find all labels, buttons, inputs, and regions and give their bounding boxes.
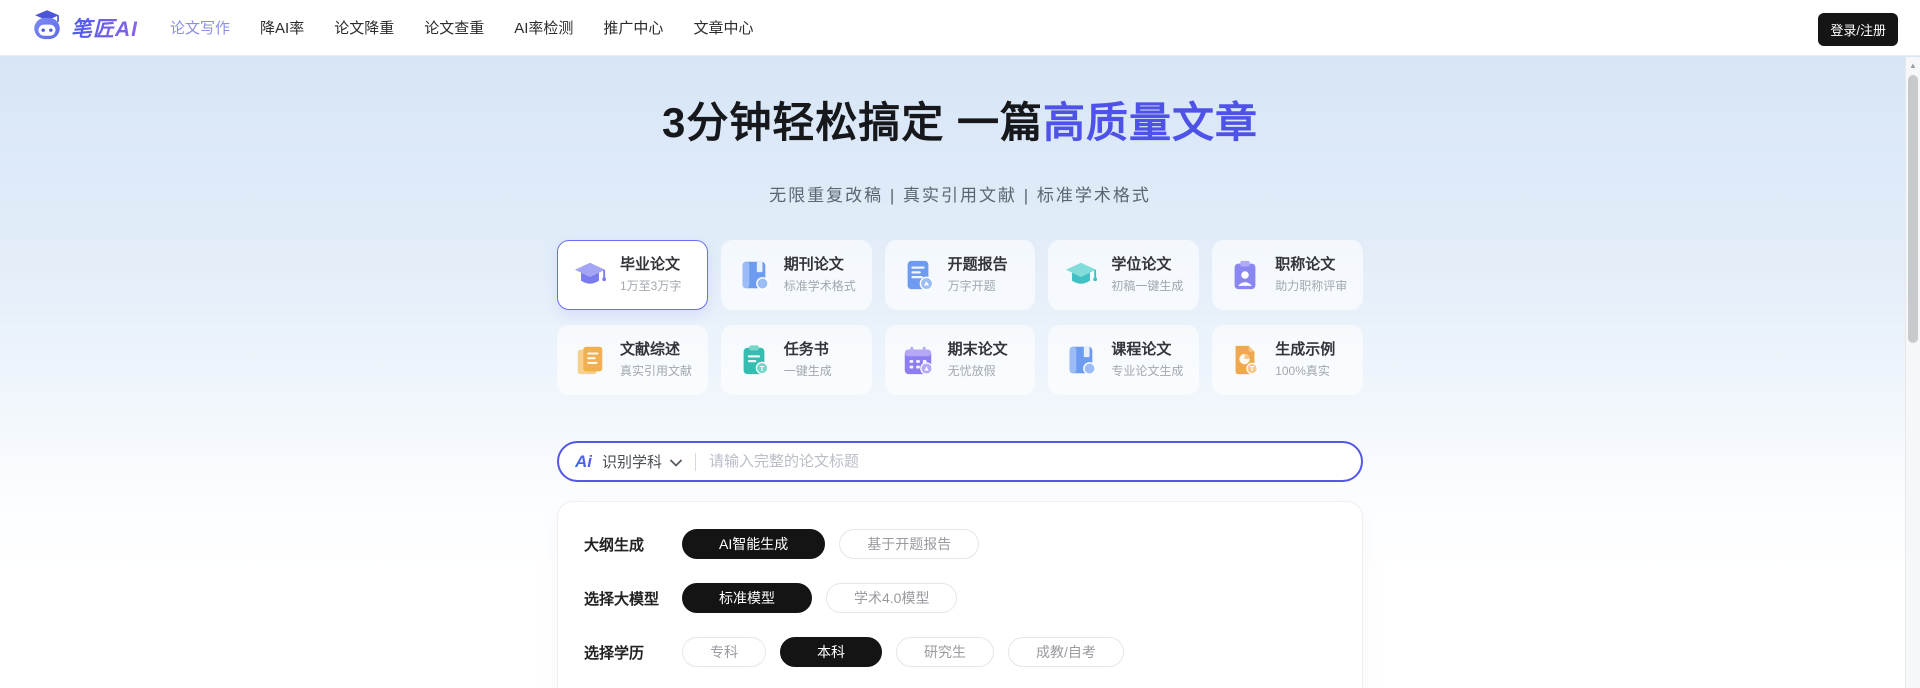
paper-type-card[interactable]: 期末论文 无忧放假 (884, 325, 1036, 395)
svg-text:T: T (1250, 364, 1255, 373)
scroll-up-icon[interactable]: ▲ (1906, 57, 1920, 70)
brand-name: 笔匠AI (71, 13, 138, 43)
nav-menu: 论文写作 降AI率 论文降重 论文查重 AI率检测 推广中心 文章中心 (170, 17, 753, 38)
paper-type-card[interactable]: 学位论文 初稿一键生成 (1048, 240, 1200, 310)
option-pill[interactable]: 学术4.0模型 (826, 583, 958, 613)
documents-icon (573, 343, 607, 377)
paper-type-grid: 毕业论文 1万至3万字 期刊论文 标准学术格式 开题报告 万字开题 学位论文 初… (557, 240, 1363, 395)
svg-text:T: T (760, 364, 765, 373)
option-pill[interactable]: 基于开题报告 (839, 529, 980, 559)
paper-title-bar: Ai 识别学科 (557, 441, 1363, 482)
clipboard-t-icon: T (737, 343, 771, 377)
option-row: 选择学历 专科 本科 研究生 成教/自考 (584, 637, 1336, 667)
card-title: 毕业论文 (620, 256, 681, 273)
option-row: 选择大模型 标准模型 学术4.0模型 (584, 583, 1336, 613)
nav-item-6[interactable]: 文章中心 (693, 17, 753, 38)
card-subtitle: 专业论文生成 (1111, 364, 1184, 378)
option-label: 选择大模型 (584, 590, 660, 608)
calendar-pencil-icon (901, 343, 935, 377)
paper-type-card[interactable]: T 任务书 一键生成 (720, 325, 872, 395)
page-title-accent: 高质量文章 (1043, 99, 1259, 146)
option-pill[interactable]: 标准模型 (682, 583, 812, 613)
card-subtitle: 1万至3万字 (620, 279, 682, 293)
option-pill[interactable]: 研究生 (896, 637, 994, 667)
page-title: 3分钟轻松搞定 一篇高质量文章 (557, 56, 1363, 148)
paper-type-card[interactable]: 开题报告 万字开题 (884, 240, 1036, 310)
book-icon (1064, 343, 1098, 377)
nav-item-0[interactable]: 论文写作 (170, 17, 230, 38)
card-subtitle: 助力职称评审 (1275, 279, 1348, 293)
option-pill[interactable]: 成教/自考 (1008, 637, 1124, 667)
paper-type-card[interactable]: 课程论文 专业论文生成 (1048, 325, 1200, 395)
card-subtitle: 万字开题 (947, 279, 996, 293)
card-subtitle: 无忧放假 (947, 364, 996, 378)
card-subtitle: 初稿一键生成 (1111, 279, 1184, 293)
paper-type-card[interactable]: 文献综述 真实引用文献 (557, 325, 708, 395)
graduation-cap-icon (573, 258, 607, 292)
card-subtitle: 真实引用文献 (620, 364, 693, 378)
card-title: 文献综述 (620, 341, 681, 358)
card-title: 任务书 (783, 341, 829, 358)
input-divider (695, 452, 697, 471)
card-title: 职称论文 (1275, 256, 1336, 273)
nav-item-4[interactable]: AI率检测 (514, 17, 573, 38)
ai-badge-icon: Ai (575, 451, 592, 471)
subject-select-dropdown[interactable]: 识别学科 (602, 451, 682, 472)
page-subtitle: 无限重复改稿 | 真实引用文献 | 标准学术格式 (769, 186, 1151, 205)
card-title: 学位论文 (1111, 256, 1172, 273)
paper-type-card[interactable]: T 生成示例 100%真实 (1212, 325, 1363, 395)
top-navbar: 笔匠AI 论文写作 降AI率 论文降重 论文查重 AI率检测 推广中心 文章中心 登录/注册 (0, 0, 1920, 56)
option-label: 选择学历 (584, 644, 645, 662)
option-pill[interactable]: 本科 (780, 637, 882, 667)
card-title: 开题报告 (947, 256, 1008, 273)
paper-title-input[interactable] (709, 453, 1345, 470)
graduation-cap-icon (1064, 258, 1098, 292)
option-pill[interactable]: 专科 (682, 637, 766, 667)
subject-select-label: 识别学科 (602, 454, 663, 471)
brand-logo[interactable]: 笔匠AI (30, 9, 138, 46)
card-title: 生成示例 (1275, 341, 1336, 358)
document-pencil-icon (901, 258, 935, 292)
paper-type-card[interactable]: 毕业论文 1万至3万字 (557, 240, 708, 310)
paper-type-card[interactable]: 期刊论文 标准学术格式 (720, 240, 872, 310)
option-label: 大纲生成 (584, 536, 645, 554)
option-row: 大纲生成 AI智能生成 基于开题报告 (584, 529, 1336, 559)
clipboard-person-icon (1228, 258, 1262, 292)
chevron-down-icon (670, 454, 682, 472)
login-register-button[interactable]: 登录/注册 (1818, 13, 1898, 46)
card-title: 期末论文 (947, 341, 1008, 358)
nav-item-5[interactable]: 推广中心 (603, 17, 663, 38)
option-pill[interactable]: AI智能生成 (682, 529, 826, 559)
nav-item-1[interactable]: 降AI率 (260, 17, 304, 38)
card-subtitle: 标准学术格式 (783, 279, 856, 293)
nav-item-2[interactable]: 论文降重 (334, 17, 394, 38)
nav-item-3[interactable]: 论文查重 (424, 17, 484, 38)
generation-options-panel: 大纲生成 AI智能生成 基于开题报告 选择大模型 标准模型 学术4.0模型 选择学历… (557, 501, 1363, 688)
scrollbar-thumb[interactable] (1908, 75, 1918, 343)
card-title: 课程论文 (1111, 341, 1172, 358)
card-subtitle: 100%真实 (1275, 364, 1330, 378)
card-title: 期刊论文 (783, 256, 844, 273)
card-subtitle: 一键生成 (783, 364, 832, 378)
file-t-icon: T (1228, 343, 1262, 377)
vertical-scrollbar[interactable]: ▲ (1905, 57, 1920, 688)
book-icon (737, 258, 771, 292)
paper-type-card[interactable]: 职称论文 助力职称评审 (1212, 240, 1363, 310)
page-title-main: 3分钟轻松搞定 一篇 (661, 99, 1043, 146)
hero-section: 3分钟轻松搞定 一篇高质量文章 无限重复改稿 | 真实引用文献 | 标准学术格式… (0, 56, 1920, 688)
robot-graduate-icon (30, 9, 64, 46)
